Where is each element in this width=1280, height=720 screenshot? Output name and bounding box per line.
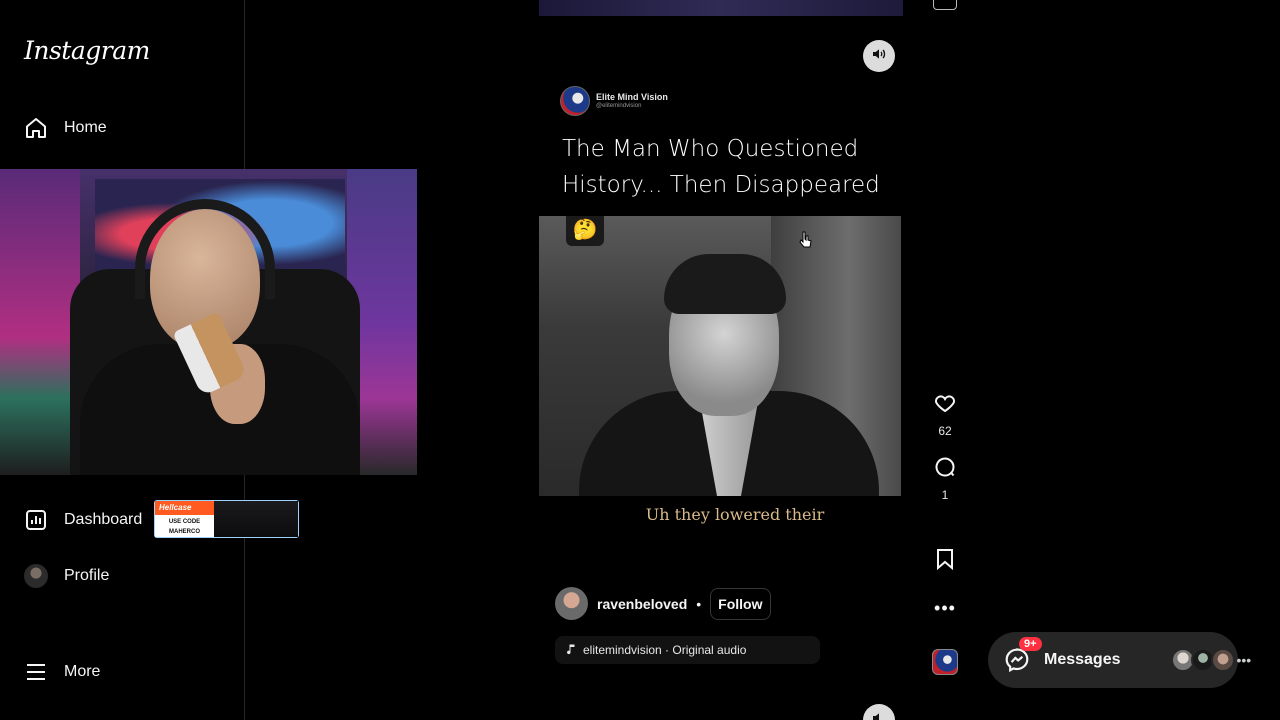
dashboard-icon [24,508,48,532]
sidebar-item-home[interactable]: Home [24,116,107,140]
sidebar-item-dashboard[interactable]: Dashboard [24,508,142,532]
video-subtitle: Uh they lowered their [645,505,825,524]
more-options-button[interactable]: ••• [930,598,960,619]
webcam-overlay [0,169,417,475]
like-count: 62 [938,424,952,438]
speaker-icon [871,710,887,720]
audio-label: elitemindvision · Original audio [583,643,747,657]
more-horizontal-icon: ••• [1236,652,1252,668]
audio-source-avatar[interactable] [932,649,958,675]
save-button[interactable] [930,547,960,576]
reel-title: The Man Who Questioned History... Then D… [562,136,880,198]
music-note-icon [565,643,577,658]
audio-link[interactable]: elitemindvision · Original audio [555,636,820,664]
sidebar-item-profile[interactable]: Profile [24,564,109,588]
author-avatar[interactable] [555,587,588,620]
more-horizontal-icon: ••• [934,598,956,618]
video-channel-watermark: Elite Mind Vision @elitemindvision [560,86,668,116]
avatar [24,564,48,588]
sponsor-badge: Hellcase USE CODE MAHERCO [154,500,299,538]
channel-logo [560,86,590,116]
channel-handle: @elitemindvision [596,103,642,109]
instagram-logo[interactable]: Instagram [24,36,150,65]
thinking-emoji: 🤔 [566,216,604,246]
mouse-cursor-icon [799,231,813,254]
sidebar-item-label: Dashboard [64,511,143,528]
messages-label: Messages [1044,651,1121,668]
recent-contacts [1170,648,1235,672]
audio-thumb-icon [933,0,957,10]
like-button[interactable]: 62 [930,391,960,438]
reel-author: ravenbeloved • Follow [555,587,771,620]
sidebar-item-label: Home [64,119,107,136]
comment-count: 1 [941,488,949,502]
separator-dot: • [696,595,702,612]
sidebar-item-more[interactable]: More [24,660,100,684]
messages-button[interactable]: 9+ Messages ••• [988,632,1251,688]
sponsor-code: MAHERCO [169,529,200,535]
bookmark-icon [933,547,957,576]
follow-button[interactable]: Follow [710,587,771,620]
sidebar-item-label: Profile [64,567,110,584]
sidebar-item-label: More [64,663,101,680]
previous-reel-audio-thumb[interactable] [930,0,960,10]
messages-badge: 9+ [1019,637,1042,651]
author-username[interactable]: ravenbeloved [597,596,687,612]
avatar [1210,648,1235,672]
menu-icon [24,660,48,684]
reel-video[interactable]: 🤔 [539,216,901,496]
sponsor-brand: Hellcase [155,501,214,515]
speaker-icon [871,46,887,67]
comment-icon [933,455,957,484]
heart-icon [933,391,957,420]
comment-button[interactable]: 1 [930,455,960,502]
mute-button[interactable] [863,40,895,72]
home-icon [24,116,48,140]
previous-reel-edge[interactable] [539,0,903,16]
messenger-icon: 9+ [1004,637,1042,673]
channel-name: Elite Mind Vision [596,92,668,102]
sponsor-code-label: USE CODE [168,519,201,525]
